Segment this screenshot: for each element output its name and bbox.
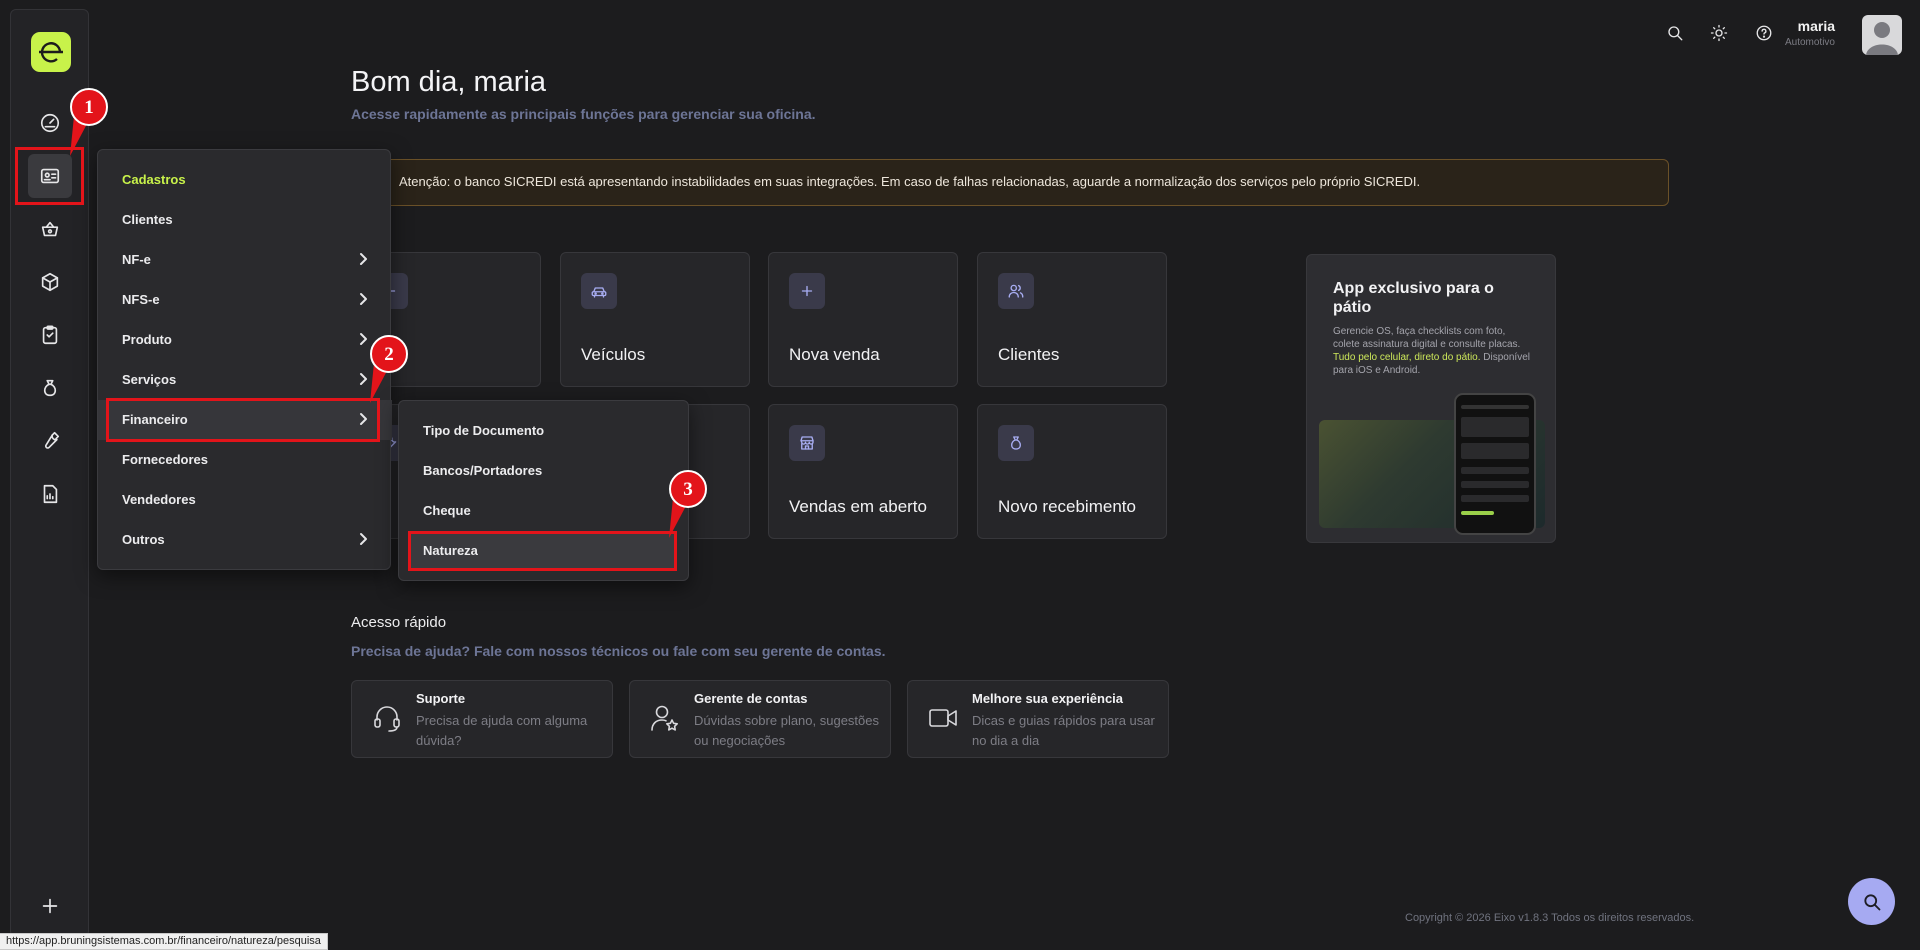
menu-item-financeiro[interactable]: Financeiro	[98, 400, 392, 440]
promo-description: Gerencie OS, faça checklists com foto, c…	[1333, 326, 1530, 376]
app-logo[interactable]	[31, 32, 71, 72]
card-label: Clientes	[998, 345, 1060, 364]
quick-access-desc: Dicas e guias rápidos para usar no dia a…	[972, 713, 1155, 748]
copyright-text: Copyright © 2026 Eixo v1.8.3 Todos os di…	[1405, 912, 1695, 924]
phone-mockup	[1454, 393, 1536, 535]
browser-status-url: https://app.bruningsistemas.com.br/finan…	[0, 933, 328, 950]
card-novo-recebimento[interactable]: Novo recebimento	[977, 404, 1167, 539]
page-title: Bom dia, maria	[351, 66, 547, 98]
card-label: Novo recebimento	[998, 497, 1136, 516]
menu-item-vendedores[interactable]: Vendedores	[98, 480, 392, 520]
quick-access-title: Gerente de contas	[694, 691, 808, 706]
quick-access-title: Melhore sua experiência	[972, 691, 1124, 706]
submenu-item-cheque[interactable]: Cheque	[399, 491, 690, 531]
submenu-item-bancos-portadores[interactable]: Bancos/Portadores	[399, 451, 690, 491]
quick-access-experiencia[interactable]: Melhore sua experiência Dicas e guias rá…	[907, 680, 1169, 758]
dashboard-icon[interactable]	[28, 101, 72, 145]
user-star-icon	[648, 701, 682, 735]
floating-search-button[interactable]	[1848, 878, 1895, 925]
submenu-item-tipo-documento[interactable]: Tipo de Documento	[399, 411, 690, 451]
headset-icon	[370, 701, 404, 735]
logo-e-icon	[39, 42, 63, 63]
car-icon	[581, 273, 617, 309]
search-icon	[1863, 893, 1880, 910]
quick-access-suporte[interactable]: Suporte Precisa de ajuda com alguma dúvi…	[351, 680, 613, 758]
sidebar	[10, 9, 89, 937]
promo-title: App exclusivo para o pátio	[1333, 280, 1494, 317]
sun-icon[interactable]	[1706, 20, 1732, 46]
users-icon	[998, 273, 1034, 309]
card-label: Veículos	[581, 345, 646, 364]
menu-item-nfse[interactable]: NFS-e	[98, 280, 392, 320]
quick-access-title: Acesso rápido	[351, 614, 447, 631]
submenu-item-natureza[interactable]: Natureza	[409, 531, 675, 571]
quick-access-gerente[interactable]: Gerente de contas Dúvidas sobre plano, s…	[629, 680, 891, 758]
plus-icon	[789, 273, 825, 309]
box-icon[interactable]	[28, 260, 72, 304]
app-promo-card[interactable]: App exclusivo para o pátio Gerencie OS, …	[1306, 254, 1556, 543]
chevron-right-icon	[356, 332, 370, 346]
menu-item-produto[interactable]: Produto	[98, 320, 392, 360]
card-nova-venda[interactable]: Nova venda	[768, 252, 958, 387]
wrench-icon[interactable]	[28, 419, 72, 463]
quick-access-subtitle: Precisa de ajuda? Fale com nossos técnic…	[351, 643, 886, 659]
card-veiculos[interactable]: Veículos	[560, 252, 750, 387]
help-icon[interactable]	[1751, 20, 1777, 46]
chevron-right-icon	[356, 412, 370, 426]
card-label: Vendas em aberto	[789, 497, 927, 516]
search-icon[interactable]	[1662, 20, 1688, 46]
menu-item-outros[interactable]: Outros	[98, 520, 392, 560]
chevron-right-icon	[356, 252, 370, 266]
chevron-right-icon	[356, 372, 370, 386]
menu-item-nfe[interactable]: NF-e	[98, 240, 392, 280]
chevron-right-icon	[356, 532, 370, 546]
card-label: Nova venda	[789, 345, 880, 364]
store-icon	[789, 425, 825, 461]
basket-icon[interactable]	[28, 207, 72, 251]
clipboard-icon[interactable]	[28, 313, 72, 357]
quick-access-desc: Dúvidas sobre plano, sugestões ou negoci…	[694, 713, 880, 748]
user-company: Automotivo	[1784, 37, 1835, 48]
cadastros-menu: Cadastros Clientes NF-e NFS-e Produto Se…	[97, 149, 392, 570]
avatar[interactable]	[1862, 15, 1902, 55]
card-vendas-em-aberto[interactable]: Vendas em aberto	[768, 404, 958, 539]
money-bag-icon	[998, 425, 1034, 461]
video-icon	[926, 701, 960, 735]
user-name: maria	[1797, 18, 1835, 34]
menu-item-cadastros: Cadastros	[122, 172, 186, 187]
report-icon[interactable]	[28, 472, 72, 516]
plus-icon[interactable]	[28, 884, 72, 928]
money-bag-icon[interactable]	[28, 366, 72, 410]
cadastros-icon[interactable]	[28, 154, 72, 198]
quick-access-title: Suporte	[416, 691, 466, 706]
alert-banner: Atenção: o banco SICREDI está apresentan…	[366, 159, 1669, 206]
menu-item-fornecedores[interactable]: Fornecedores	[98, 440, 392, 480]
menu-item-servicos[interactable]: Serviços	[98, 360, 392, 400]
alert-text: Atenção: o banco SICREDI está apresentan…	[399, 174, 1421, 189]
page-subtitle: Acesse rapidamente as principais funções…	[351, 106, 816, 122]
card-clientes[interactable]: Clientes	[977, 252, 1167, 387]
chevron-right-icon	[356, 292, 370, 306]
quick-access-desc: Precisa de ajuda com alguma dúvida?	[416, 713, 588, 748]
user-silhouette-icon	[1866, 22, 1898, 55]
menu-item-clientes[interactable]: Clientes	[98, 200, 392, 240]
financeiro-submenu: Tipo de Documento Bancos/Portadores Cheq…	[398, 400, 689, 581]
